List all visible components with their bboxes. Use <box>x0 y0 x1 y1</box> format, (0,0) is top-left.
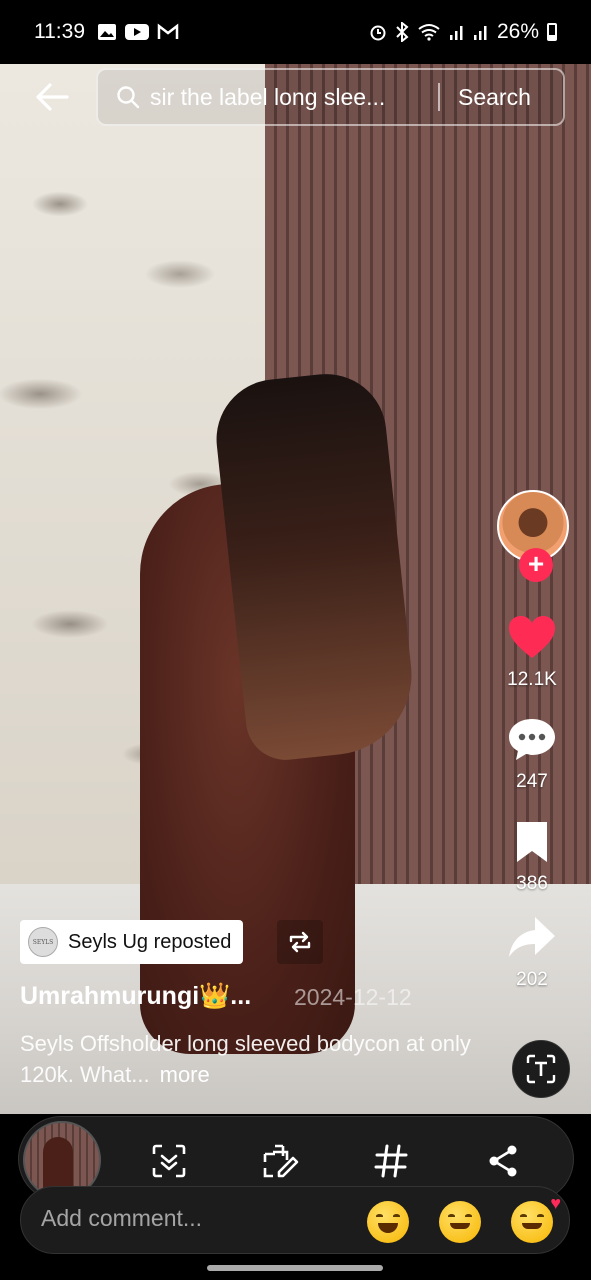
bookmark-icon <box>517 822 547 862</box>
like-button[interactable]: 12.1K <box>491 614 573 691</box>
notification-icons <box>97 23 179 41</box>
search-icon <box>117 86 140 109</box>
emoji-eye <box>376 1214 383 1218</box>
emoji-eye <box>448 1214 455 1218</box>
follow-button[interactable]: + <box>519 548 553 582</box>
status-time: 11:39 <box>34 20 85 43</box>
smiling-emoji-icon[interactable] <box>439 1201 481 1243</box>
emoji-eye <box>465 1214 472 1218</box>
signal-icon <box>449 26 463 40</box>
share-count: 202 <box>516 969 548 990</box>
alarm-icon <box>370 25 386 41</box>
gallery-icon <box>98 24 116 40</box>
text-scan-icon <box>526 1054 556 1084</box>
repost-button[interactable] <box>277 920 323 964</box>
search-box[interactable]: sir the label long slee... Search <box>96 68 565 126</box>
search-query[interactable]: sir the label long slee... <box>150 84 420 111</box>
search-button[interactable]: Search <box>458 84 531 111</box>
creator-username[interactable]: Umrahmurungi👑... <box>20 982 251 1011</box>
emoji-mouth <box>522 1223 542 1229</box>
share-link-button[interactable] <box>481 1139 525 1183</box>
bluetooth-icon <box>396 22 409 42</box>
edit-transform-icon <box>263 1144 299 1178</box>
search-divider <box>438 83 440 111</box>
gmail-icon <box>157 23 179 39</box>
comment-button[interactable]: 247 <box>491 716 573 793</box>
like-count: 12.1K <box>507 669 557 690</box>
top-bar: sir the label long slee... Search <box>0 64 591 130</box>
signal-icon <box>473 26 487 40</box>
status-bar: 11:39 26% <box>0 0 591 64</box>
caption-more-link[interactable]: more <box>160 1062 210 1087</box>
caption-text: Seyls Offsholder long sleeved bodycon at… <box>20 1031 471 1087</box>
hashtag-icon <box>374 1144 408 1178</box>
repost-logo: SEYLS <box>28 927 58 957</box>
share-button[interactable]: 202 <box>491 914 573 991</box>
comment-bar[interactable]: Add comment... <box>20 1186 570 1254</box>
smiling-hearts-emoji-icon[interactable] <box>511 1193 561 1243</box>
post-caption[interactable]: Seyls Offsholder long sleeved bodycon at… <box>20 1028 490 1090</box>
save-count: 386 <box>516 873 548 894</box>
emoji-mouth <box>378 1223 398 1233</box>
home-indicator[interactable] <box>207 1265 383 1271</box>
emoji-eye <box>520 1214 527 1218</box>
emoji-eye <box>393 1214 400 1218</box>
text-recognition-button[interactable] <box>512 1040 570 1098</box>
edit-button[interactable] <box>259 1139 303 1183</box>
back-arrow-icon <box>36 83 69 111</box>
emoji-mouth <box>450 1223 470 1229</box>
laughing-emoji-icon[interactable] <box>367 1201 409 1243</box>
scan-icon <box>152 1144 186 1178</box>
system-icons: 26% <box>369 20 557 44</box>
hashtag-button[interactable] <box>369 1139 413 1183</box>
battery-icon <box>547 23 557 41</box>
share-arrow-icon <box>509 917 555 957</box>
comment-count: 247 <box>516 771 548 792</box>
save-button[interactable]: 386 <box>491 820 573 895</box>
comment-icon <box>509 719 555 760</box>
repost-icon <box>289 931 311 953</box>
back-button[interactable] <box>22 67 82 127</box>
emoji-eye <box>537 1214 544 1218</box>
plus-icon: + <box>527 548 545 579</box>
repost-label: Seyls Ug reposted <box>68 930 232 953</box>
heart-icon <box>509 616 555 658</box>
repost-tag[interactable]: SEYLS Seyls Ug reposted <box>20 920 244 964</box>
youtube-icon <box>125 24 149 40</box>
share-nodes-icon <box>489 1145 517 1177</box>
visual-search-button[interactable] <box>147 1139 191 1183</box>
battery-percent: 26% <box>496 20 539 43</box>
bottom-panel: Add comment... <box>0 1114 591 1280</box>
wifi-icon <box>418 24 440 41</box>
post-date: 2024-12-12 <box>294 984 412 1010</box>
comment-input[interactable]: Add comment... <box>41 1205 202 1232</box>
